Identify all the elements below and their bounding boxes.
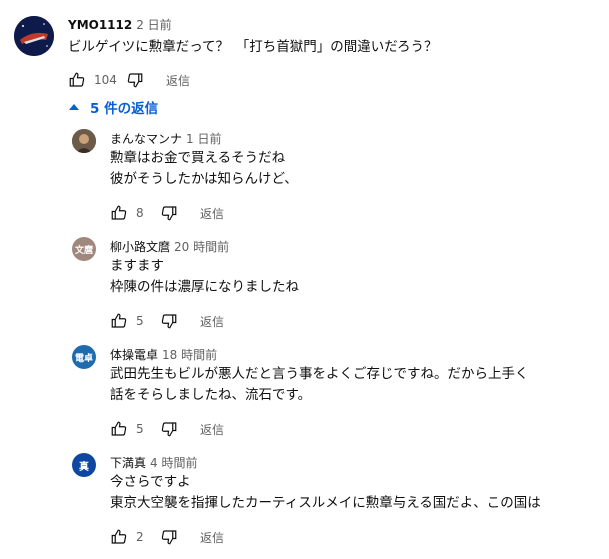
comment-time[interactable]: 4 時間前 <box>150 456 197 470</box>
replies-toggle-button[interactable]: 5 件の返信 <box>68 97 158 117</box>
comment-text: ますます枠陳の件は濃厚になりましたね <box>110 256 299 298</box>
comment-text: 勲章はお金で買えるそうだね 彼がそうしたかは知らんけど、 <box>110 148 298 190</box>
comment-header: 柳小路文麿 20 時間前 <box>110 238 229 255</box>
avatar[interactable]: 真 <box>72 453 96 477</box>
reply-comment: 文麿 柳小路文麿 20 時間前 ますます枠陳の件は濃厚になりましたね 5 返信 <box>0 235 609 335</box>
dislike-button[interactable] <box>160 204 178 222</box>
reply-button[interactable]: 返信 <box>200 313 224 330</box>
avatar[interactable] <box>14 16 54 56</box>
comment-actions: 104 返信 <box>68 70 190 90</box>
avatar-image-icon <box>72 129 96 153</box>
comment-header: 体操電卓 18 時間前 <box>110 346 217 363</box>
top-comment: YMO1112 2 日前 ビルゲイツに勲章だって？ 「打ち首獄門」の間違いだろう？… <box>0 0 609 95</box>
author-name[interactable]: 下満真 <box>110 456 146 470</box>
comment-time[interactable]: 1 日前 <box>186 132 221 146</box>
thumbs-down-icon <box>161 422 177 437</box>
author-name[interactable]: 体操電卓 <box>110 348 158 362</box>
like-count: 5 <box>136 422 144 436</box>
thumbs-up-icon <box>69 72 85 87</box>
avatar[interactable]: 文麿 <box>72 237 96 261</box>
comment-header: YMO1112 2 日前 <box>68 16 172 33</box>
comment-actions: 5 返信 <box>110 311 224 331</box>
like-count: 8 <box>136 206 144 220</box>
thumbs-down-icon <box>161 530 177 545</box>
thumbs-up-icon <box>111 421 127 436</box>
comment-text-line: ますます <box>110 258 164 274</box>
avatar-image-icon <box>14 16 54 56</box>
comment-header: まんなマンナ 1 日前 <box>110 130 221 147</box>
thumbs-up-icon <box>111 529 127 544</box>
comment-time[interactable]: 18 時間前 <box>162 348 217 362</box>
dislike-button[interactable] <box>160 420 178 438</box>
thumbs-down-icon <box>161 206 177 221</box>
comment-text-line: 枠陳の件は濃厚になりましたね <box>110 279 299 295</box>
reply-comment: 真 下満真 4 時間前 今さらですよ東京大空襲を指揮したカーティスルメイに勲章与え… <box>0 451 609 551</box>
reply-button[interactable]: 返信 <box>200 529 224 546</box>
comment-text-line: 勲章はお金で買えるそうだね <box>110 150 286 166</box>
comment-header: 下満真 4 時間前 <box>110 454 197 471</box>
like-button[interactable] <box>68 71 86 89</box>
comment-actions: 8 返信 <box>110 203 224 223</box>
comment-text: ビルゲイツに勲章だって？ 「打ち首獄門」の間違いだろう？ <box>68 39 438 55</box>
thumbs-up-icon <box>111 205 127 220</box>
thumbs-up-icon <box>111 313 127 328</box>
reply-button[interactable]: 返信 <box>166 72 190 89</box>
reply-comment: まんなマンナ 1 日前 勲章はお金で買えるそうだね 彼がそうしたかは知らんけど、 8… <box>0 127 609 227</box>
avatar[interactable] <box>72 129 96 153</box>
comment-text: 今さらですよ東京大空襲を指揮したカーティスルメイに勲章与える国だよ、この国は <box>110 472 541 514</box>
comment-text-line: 彼がそうしたかは知らんけど、 <box>110 171 298 187</box>
like-button[interactable] <box>110 420 128 438</box>
like-count: 2 <box>136 530 144 544</box>
comment-text: 武田先生もビルが悪人だと言う事をよくご存じですね。だから上手く 話をそらしましたね… <box>110 364 529 406</box>
dislike-button[interactable] <box>160 312 178 330</box>
comment-actions: 5 返信 <box>110 419 224 439</box>
author-name[interactable]: まんなマンナ <box>110 132 182 146</box>
reply-comment: 電卓 体操電卓 18 時間前 武田先生もビルが悪人だと言う事をよくご存じですね。だ… <box>0 343 609 443</box>
comment-text-line: 武田先生もビルが悪人だと言う事をよくご存じですね。だから上手く <box>110 366 529 382</box>
author-name[interactable]: YMO1112 <box>68 18 132 32</box>
comment-text-line: 東京大空襲を指揮したカーティスルメイに勲章与える国だよ、この国は <box>110 495 541 511</box>
comment-text-line: 話をそらしましたね、流石です。 <box>110 387 312 403</box>
thumbs-down-icon <box>127 73 143 88</box>
reply-button[interactable]: 返信 <box>200 205 224 222</box>
comment-actions: 2 返信 <box>110 527 224 547</box>
like-button[interactable] <box>110 312 128 330</box>
replies-toggle-label: 5 件の返信 <box>90 101 159 117</box>
avatar[interactable]: 電卓 <box>72 345 96 369</box>
thumbs-down-icon <box>161 314 177 329</box>
like-count: 5 <box>136 314 144 328</box>
dislike-button[interactable] <box>126 71 144 89</box>
like-button[interactable] <box>110 204 128 222</box>
like-button[interactable] <box>110 528 128 546</box>
caret-up-icon <box>69 104 79 110</box>
author-name[interactable]: 柳小路文麿 <box>110 240 170 254</box>
dislike-button[interactable] <box>160 528 178 546</box>
reply-button[interactable]: 返信 <box>200 421 224 438</box>
comment-text-line: 今さらですよ <box>110 474 191 490</box>
like-count: 104 <box>94 73 117 87</box>
comment-time[interactable]: 20 時間前 <box>174 240 229 254</box>
comment-time[interactable]: 2 日前 <box>136 18 171 32</box>
